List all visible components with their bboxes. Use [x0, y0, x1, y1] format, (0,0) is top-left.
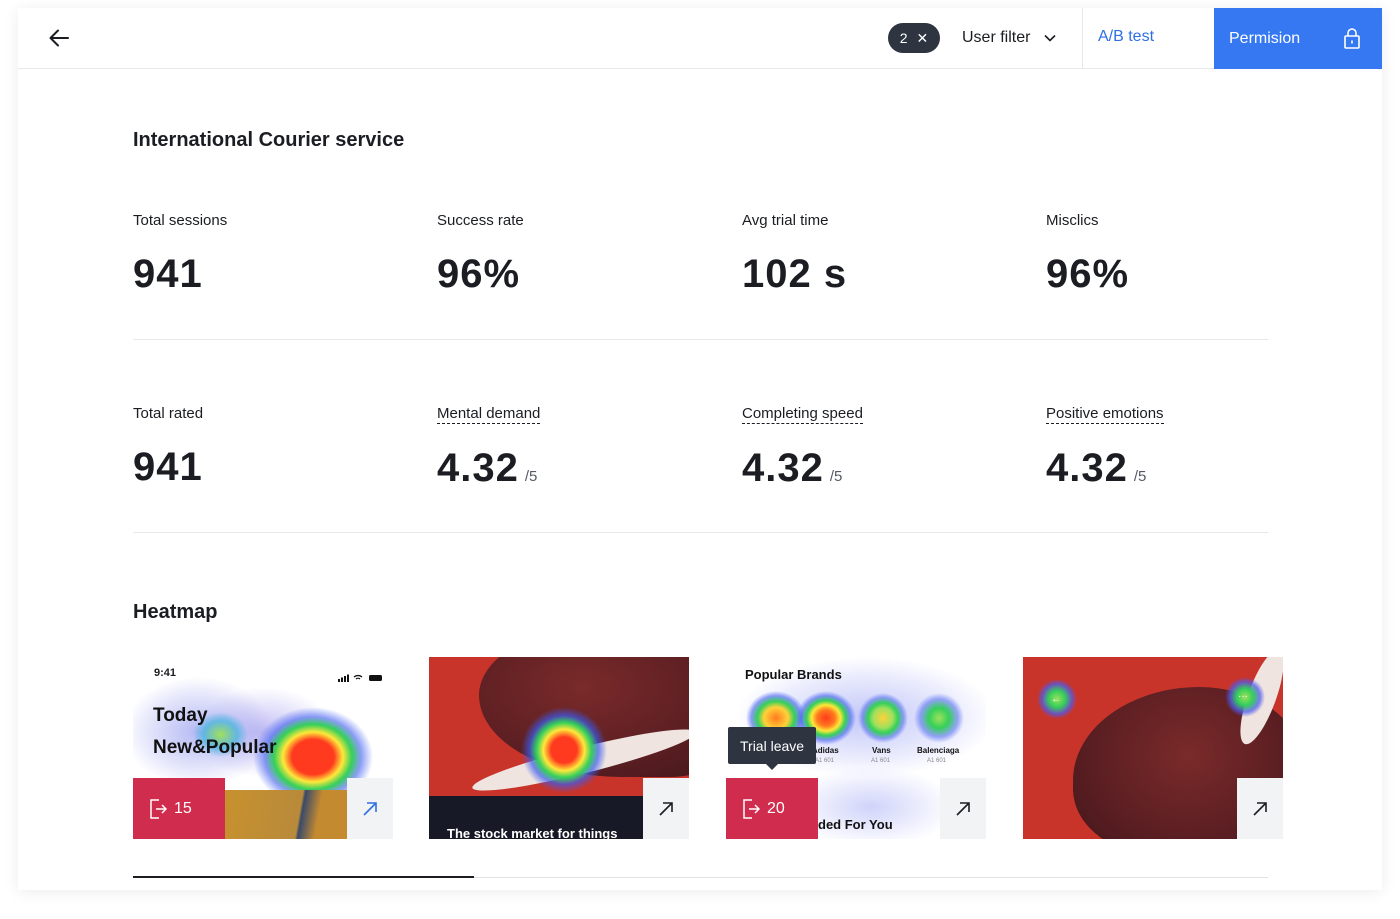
stat-number: 4.32: [437, 446, 519, 490]
trial-leave-badge: 15: [133, 778, 225, 839]
arrow-up-right-icon: [659, 801, 673, 816]
status-time: 9:41: [154, 667, 177, 679]
heat-blob: [521, 707, 607, 793]
header-divider: [1082, 8, 1083, 69]
permission-button[interactable]: Permision: [1214, 8, 1382, 69]
stat-label-tooltip[interactable]: Positive emotions: [1046, 405, 1164, 424]
arrow-up-right-icon: [956, 801, 970, 816]
heatmap-thumb-4[interactable]: ← ···: [1023, 657, 1283, 839]
open-heatmap-button[interactable]: [347, 778, 393, 839]
user-filter-dropdown[interactable]: User filter: [962, 26, 1057, 50]
stat-value: 4.32/5: [437, 446, 717, 491]
stat-avg-trial-time: Avg trial time 102 s: [742, 212, 1022, 297]
trial-leave-tooltip: Trial leave: [728, 727, 817, 770]
brand-code: A1 601: [815, 758, 835, 764]
trial-leave-badge: 20: [726, 778, 818, 839]
close-icon[interactable]: ✕: [917, 31, 929, 45]
stat-value: 96%: [1046, 252, 1130, 296]
leave-count: 20: [767, 799, 785, 817]
back-arrow-icon: ←: [1051, 694, 1061, 705]
thumb-heading: Today: [153, 705, 208, 726]
brand-name: Vans: [872, 746, 891, 755]
more-icon: ···: [1238, 691, 1248, 702]
thumb-heading: Popular Brands: [745, 667, 842, 682]
user-filter-label: User filter: [962, 29, 1031, 46]
stat-label-tooltip[interactable]: Mental demand: [437, 405, 541, 424]
stat-value: 96%: [437, 252, 521, 296]
stat-label: Success rate: [437, 212, 524, 229]
stat-label: Misclics: [1046, 212, 1099, 229]
stat-label: Total rated: [133, 405, 204, 422]
stat-number: 4.32: [1046, 446, 1128, 490]
open-heatmap-button[interactable]: [643, 778, 689, 839]
stat-value: 941: [133, 252, 203, 296]
carousel-scrollbar-thumb[interactable]: [133, 876, 474, 878]
heatmap-title: Heatmap: [133, 601, 218, 623]
stat-value: 941: [133, 445, 203, 489]
open-heatmap-button[interactable]: [1237, 778, 1283, 839]
heat-blob: [914, 693, 964, 743]
arrow-up-right-icon: [1253, 801, 1267, 816]
stat-label-tooltip[interactable]: Completing speed: [742, 405, 863, 424]
stat-suffix: /5: [829, 468, 843, 485]
thumb-heading: New&Popular: [153, 737, 277, 758]
heatmap-thumb-2[interactable]: The stock market for things: [429, 657, 689, 839]
top-bar: 2 ✕ User filter A/B test Permision: [18, 8, 1382, 69]
permission-label: Permision: [1229, 29, 1301, 47]
brand-code: A1 601: [871, 758, 891, 764]
page-title: International Courier service: [133, 129, 405, 151]
filter-count: 2: [899, 30, 908, 46]
lock-icon: [1344, 28, 1360, 49]
brand-name: Balenciaga: [917, 746, 960, 755]
active-filters-chip[interactable]: 2 ✕: [888, 23, 940, 53]
stat-number: 4.32: [742, 446, 824, 490]
open-heatmap-button[interactable]: [940, 778, 986, 839]
stat-value: 4.32/5: [1046, 446, 1326, 491]
chevron-down-icon: [1044, 34, 1057, 42]
stat-label: Avg trial time: [742, 212, 829, 229]
divider: [133, 339, 1268, 340]
thumb-caption: The stock market for things: [447, 826, 618, 839]
stat-suffix: /5: [1133, 468, 1147, 485]
stat-total-sessions: Total sessions 941: [133, 212, 413, 297]
stat-mental-demand: Mental demand 4.32/5: [437, 405, 717, 491]
thumb-footer-text: ded For You: [818, 817, 893, 832]
leave-count: 15: [174, 799, 192, 817]
stat-suffix: /5: [524, 468, 538, 485]
arrow-up-right-icon: [363, 801, 377, 816]
thumb-image: [225, 790, 347, 839]
brand-code: A1 601: [927, 758, 947, 764]
stat-label: Total sessions: [133, 212, 228, 229]
stat-misclicks: Misclics 96%: [1046, 212, 1326, 297]
stat-success-rate: Success rate 96%: [437, 212, 717, 297]
divider: [133, 532, 1268, 533]
exit-icon: [150, 798, 167, 819]
ab-test-link[interactable]: A/B test: [1098, 28, 1154, 46]
back-arrow-icon[interactable]: [46, 24, 74, 52]
stat-positive-emotions: Positive emotions 4.32/5: [1046, 405, 1326, 491]
heatmap-thumb-1[interactable]: 9:41 Today New&Popular 15: [133, 657, 393, 839]
stat-completing-speed: Completing speed 4.32/5: [742, 405, 1022, 491]
stat-total-rated: Total rated 941: [133, 405, 413, 490]
heat-blob: [858, 693, 908, 743]
stat-value: 4.32/5: [742, 446, 1022, 491]
stat-value: 102 s: [742, 252, 848, 296]
status-icons: [338, 669, 384, 682]
dashboard-card: 2 ✕ User filter A/B test Permision Inter…: [18, 8, 1382, 890]
exit-icon: [743, 798, 760, 819]
